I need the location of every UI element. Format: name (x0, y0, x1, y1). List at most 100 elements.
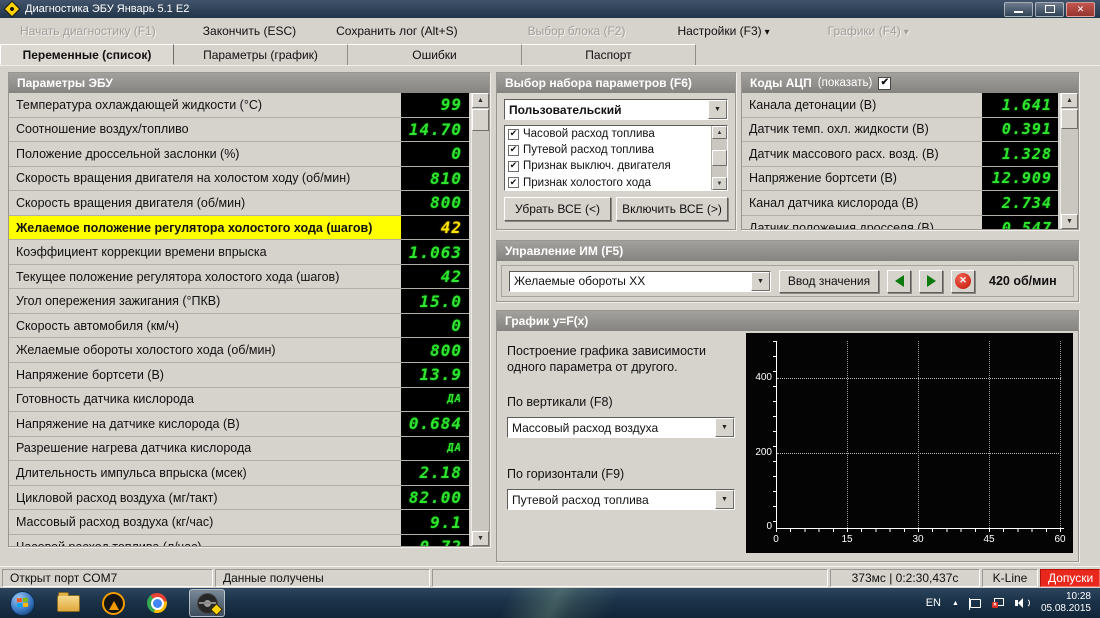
param-label: Коэффициент коррекции времени впрыска (9, 240, 401, 264)
language-indicator[interactable]: EN (926, 597, 941, 609)
horizontal-axis-value: Путевой расход топлива (508, 490, 715, 509)
im-selector-value: Желаемые обороты ХХ (510, 272, 751, 291)
checklist-item[interactable]: Признак выключ. двигателя (505, 158, 727, 174)
chrome-taskbar-icon[interactable] (147, 593, 167, 613)
scroll-down-button[interactable] (1061, 214, 1078, 229)
param-row-highlighted[interactable]: Желаемое положение регулятора холостого … (9, 216, 469, 241)
aimp-taskbar-icon[interactable] (102, 592, 125, 615)
vertical-axis-dropdown[interactable]: Массовый расход воздуха (507, 417, 735, 438)
param-row[interactable]: Напряжение на датчике кислорода (В)0.684 (9, 412, 469, 437)
adc-row[interactable]: Датчик массового расх. возд. (В)1.328 (742, 142, 1058, 167)
param-row[interactable]: Часовой расход топлива (л/час)0.72 (9, 535, 469, 546)
adc-label: Напряжение бортсети (В) (742, 167, 982, 191)
decrease-button[interactable] (887, 270, 911, 293)
gridline (777, 378, 1061, 379)
network-icon[interactable]: ✕ (992, 598, 1004, 608)
tab-passport[interactable]: Паспорт (522, 44, 696, 65)
maximize-button[interactable] (1035, 2, 1064, 17)
adc-row[interactable]: Датчик темп. охл. жидкости (В)0.391 (742, 118, 1058, 143)
adc-codes-panel: Коды АЦП (показать) Канала детонации (В)… (741, 72, 1079, 230)
scroll-down-button[interactable] (712, 177, 727, 190)
stop-button[interactable] (951, 270, 975, 293)
action-center-flag-icon[interactable] (970, 599, 981, 608)
start-button[interactable] (10, 591, 35, 616)
scroll-thumb[interactable] (1061, 109, 1078, 129)
increase-button[interactable] (919, 270, 943, 293)
param-row[interactable]: Скорость вращения двигателя (об/мин)800 (9, 191, 469, 216)
tab-errors[interactable]: Ошибки (348, 44, 522, 65)
param-row[interactable]: Скорость автомобиля (км/ч)0 (9, 314, 469, 339)
checkbox-checked-icon[interactable] (508, 177, 519, 188)
horizontal-axis-dropdown[interactable]: Путевой расход топлива (507, 489, 735, 510)
param-row[interactable]: Разрешение нагрева датчика кислородаДА (9, 437, 469, 462)
explorer-taskbar-icon[interactable] (57, 595, 80, 612)
remove-all-button[interactable]: Убрать ВСЕ (<) (504, 197, 611, 221)
checklist-label: Признак выключ. двигателя (523, 160, 671, 172)
adc-list: Канала детонации (В)1.641 Датчик темп. о… (742, 93, 1078, 229)
volume-icon[interactable] (1015, 598, 1030, 608)
param-row[interactable]: Цикловой расход воздуха (мг/такт)82.00 (9, 486, 469, 511)
menu-save-log[interactable]: Сохранить лог (Alt+S) (336, 24, 458, 38)
param-row[interactable]: Положение дроссельной заслонки (%)0 (9, 142, 469, 167)
adc-row[interactable]: Датчик положения дросселя (В)0.547 (742, 216, 1058, 229)
checklist-item[interactable]: Часовой расход топлива (505, 126, 727, 142)
checklist-scrollbar[interactable] (711, 126, 727, 190)
param-row[interactable]: Температура охлаждающей жидкости (°С)99 (9, 93, 469, 118)
clock[interactable]: 10:28 05.08.2015 (1041, 591, 1091, 616)
checkbox-checked-icon[interactable] (508, 129, 519, 140)
minimize-button[interactable] (1004, 2, 1033, 17)
tab-variables-list[interactable]: Переменные (список) (0, 44, 174, 65)
checklist-item[interactable]: Признак холостого хода (505, 175, 727, 191)
param-row[interactable]: Массовый расход воздуха (кг/час)9.1 (9, 510, 469, 535)
chevron-down-icon[interactable] (715, 418, 734, 437)
param-label: Разрешение нагрева датчика кислорода (9, 437, 401, 461)
adc-scrollbar[interactable] (1060, 93, 1078, 229)
im-selector-dropdown[interactable]: Желаемые обороты ХХ (509, 271, 771, 292)
scroll-up-button[interactable] (712, 126, 727, 139)
menu-settings[interactable]: Настройки (F3) (677, 24, 769, 38)
adc-row[interactable]: Напряжение бортсети (В)12.909 (742, 167, 1058, 192)
adc-show-checkbox[interactable] (878, 77, 891, 90)
ecu-scrollbar[interactable] (471, 93, 489, 546)
scroll-thumb[interactable] (712, 150, 727, 166)
diagnostics-app-taskbar-button[interactable] (189, 589, 225, 617)
scroll-up-button[interactable] (1061, 93, 1078, 108)
param-value-display: 13.9 (401, 363, 469, 387)
scroll-down-button[interactable] (472, 531, 489, 546)
param-row[interactable]: Скорость вращения двигателя на холостом … (9, 167, 469, 192)
tab-parameters-graph[interactable]: Параметры (график) (174, 44, 348, 65)
checkbox-checked-icon[interactable] (508, 145, 519, 156)
param-row[interactable]: Соотношение воздух/топливо14.70 (9, 118, 469, 143)
show-hidden-icons[interactable]: ▲ (952, 600, 959, 607)
checklist-item[interactable]: Путевой расход топлива (505, 142, 727, 158)
chevron-down-icon[interactable] (715, 490, 734, 509)
param-value-display: 0 (401, 314, 469, 338)
adc-row[interactable]: Канала детонации (В)1.641 (742, 93, 1058, 118)
param-row[interactable]: Желаемые обороты холостого хода (об/мин)… (9, 338, 469, 363)
status-spacer (432, 569, 828, 587)
status-bar: Открыт порт COM7 Данные получены 373мс |… (0, 566, 1100, 589)
add-all-button[interactable]: Включить ВСЕ (>) (616, 197, 728, 221)
param-row[interactable]: Длительность импульса впрыска (мсек)2.18 (9, 461, 469, 486)
scroll-thumb[interactable] (472, 109, 489, 131)
checkbox-checked-icon[interactable] (508, 161, 519, 172)
param-row[interactable]: Готовность датчика кислородаДА (9, 388, 469, 413)
status-data-received: Данные получены (215, 569, 430, 587)
status-dopuski-badge[interactable]: Допуски (1040, 569, 1100, 587)
param-row[interactable]: Напряжение бортсети (В)13.9 (9, 363, 469, 388)
adc-row[interactable]: Канал датчика кислорода (В)2.734 (742, 191, 1058, 216)
enter-value-button[interactable]: Ввод значения (779, 270, 879, 293)
param-row[interactable]: Коэффициент коррекции времени впрыска1.0… (9, 240, 469, 265)
y-tick-label: 200 (746, 447, 772, 458)
ecu-panel-header: Параметры ЭБУ (9, 73, 489, 93)
param-row[interactable]: Угол опережения зажигания (°ПКВ)15.0 (9, 289, 469, 314)
close-button[interactable]: ✕ (1066, 2, 1095, 17)
scroll-up-button[interactable] (472, 93, 489, 108)
menu-finish[interactable]: Закончить (ESC) (203, 24, 296, 38)
chevron-down-icon[interactable] (751, 272, 770, 291)
preset-dropdown[interactable]: Пользовательский (504, 99, 728, 120)
param-value-display: 810 (401, 167, 469, 191)
param-row[interactable]: Текущее положение регулятора холостого х… (9, 265, 469, 290)
param-label: Температура охлаждающей жидкости (°С) (9, 93, 401, 117)
chevron-down-icon[interactable] (708, 100, 727, 119)
